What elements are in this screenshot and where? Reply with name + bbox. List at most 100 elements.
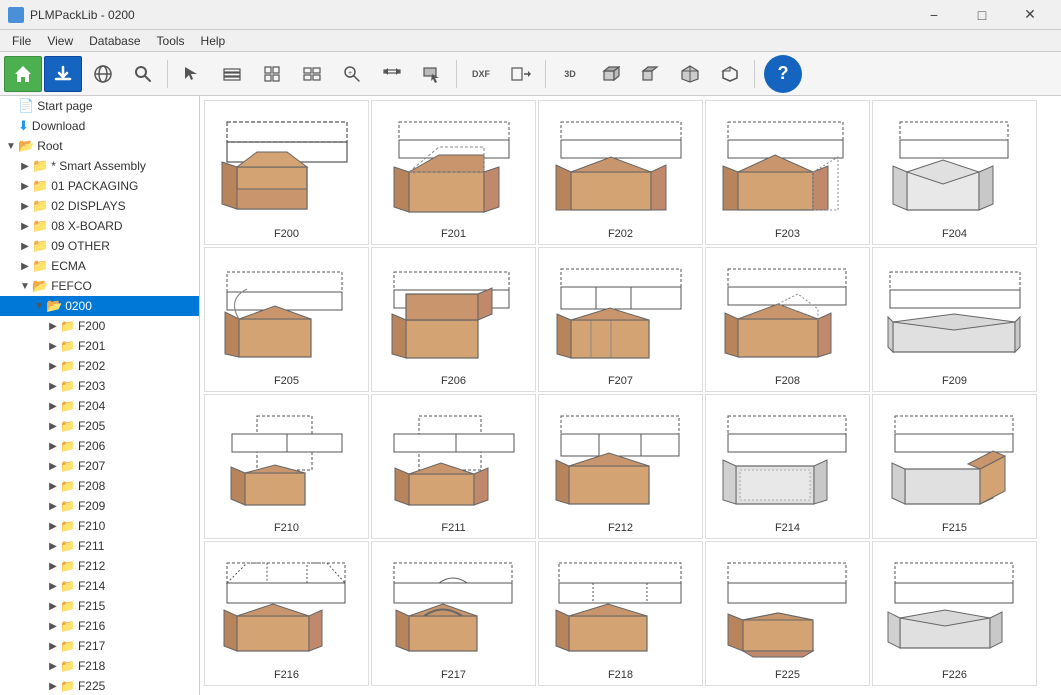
sidebar-item-start-page[interactable]: 📄 Start page	[0, 96, 199, 116]
sidebar-item-f203[interactable]: ▶ 📁 F203	[0, 376, 199, 396]
sidebar-item-f210[interactable]: ▶ 📁 F210	[0, 516, 199, 536]
grid-cell-f214[interactable]: F214	[705, 394, 870, 539]
3d-view-1[interactable]	[591, 56, 629, 92]
3d-view-4[interactable]	[711, 56, 749, 92]
f211-diagram	[376, 401, 531, 520]
root-folder-icon: 📂	[18, 138, 34, 154]
grid-cell-f218[interactable]: F218	[538, 541, 703, 686]
sidebar-item-f208[interactable]: ▶ 📁 F208	[0, 476, 199, 496]
sidebar-item-f204[interactable]: ▶ 📁 F204	[0, 396, 199, 416]
grid-cell-f205[interactable]: F205	[204, 247, 369, 392]
sidebar-item-f215[interactable]: ▶ 📁 F215	[0, 596, 199, 616]
grid-cell-f212[interactable]: F212	[538, 394, 703, 539]
grid-tool-1[interactable]	[213, 56, 251, 92]
menu-view[interactable]: View	[39, 30, 81, 52]
f205-label: F205	[274, 375, 299, 387]
sidebar-item-f218[interactable]: ▶ 📁 F218	[0, 656, 199, 676]
help-button[interactable]: ?	[764, 55, 802, 93]
grid-cell-f209[interactable]: F209	[872, 247, 1037, 392]
sidebar-item-f202[interactable]: ▶ 📁 F202	[0, 356, 199, 376]
grid-cell-f207[interactable]: F207	[538, 247, 703, 392]
f225-label: F225	[775, 669, 800, 681]
sidebar-item-f216[interactable]: ▶ 📁 F216	[0, 616, 199, 636]
sidebar-item-smart-assembly[interactable]: ▶ 📁 * Smart Assembly	[0, 156, 199, 176]
grid-cell-f216[interactable]: F216	[204, 541, 369, 686]
sidebar-item-f207[interactable]: ▶ 📁 F207	[0, 456, 199, 476]
f225-diagram	[710, 548, 865, 667]
sidebar-item-displays[interactable]: ▶ 📁 02 DISPLAYS	[0, 196, 199, 216]
menu-tools[interactable]: Tools	[149, 30, 193, 52]
f207-diagram	[543, 254, 698, 373]
sidebar-item-f212[interactable]: ▶ 📁 F212	[0, 556, 199, 576]
sidebar-item-f225[interactable]: ▶ 📁 F225	[0, 676, 199, 695]
sidebar-item-download[interactable]: ⬇ Download	[0, 116, 199, 136]
menu-help[interactable]: Help	[193, 30, 234, 52]
sidebar-item-f217[interactable]: ▶ 📁 F217	[0, 636, 199, 656]
zoom-tool-2[interactable]	[373, 56, 411, 92]
f209-label: F209	[942, 375, 967, 387]
web-button[interactable]	[84, 56, 122, 92]
f200-diagram	[209, 107, 364, 226]
sidebar-item-other[interactable]: ▶ 📁 09 OTHER	[0, 236, 199, 256]
grid-cell-f206[interactable]: F206	[371, 247, 536, 392]
maximize-button[interactable]: □	[959, 0, 1005, 30]
grid-tool-3[interactable]	[293, 56, 331, 92]
sidebar-item-f211[interactable]: ▶ 📁 F211	[0, 536, 199, 556]
menu-database[interactable]: Database	[81, 30, 148, 52]
grid-cell-f208[interactable]: F208	[705, 247, 870, 392]
f211-label: F211	[441, 522, 465, 534]
3d-view-2[interactable]	[631, 56, 669, 92]
f217-diagram	[376, 548, 531, 667]
3d-view-3[interactable]	[671, 56, 709, 92]
select-tool[interactable]	[413, 56, 451, 92]
minimize-button[interactable]: −	[911, 0, 957, 30]
grid-cell-f200[interactable]: F200	[204, 100, 369, 245]
close-button[interactable]: ✕	[1007, 0, 1053, 30]
sidebar-item-f209[interactable]: ▶ 📁 F209	[0, 496, 199, 516]
grid-cell-f202[interactable]: F202	[538, 100, 703, 245]
sidebar-item-packaging[interactable]: ▶ 📁 01 PACKAGING	[0, 176, 199, 196]
grid-cell-f210[interactable]: F210	[204, 394, 369, 539]
sidebar-item-f214[interactable]: ▶ 📁 F214	[0, 576, 199, 596]
f209-diagram	[877, 254, 1032, 373]
zoom-tool[interactable]: +	[333, 56, 371, 92]
f206-label: F206	[441, 375, 466, 387]
sidebar-item-f206[interactable]: ▶ 📁 F206	[0, 436, 199, 456]
sidebar-item-f201[interactable]: ▶ 📁 F201	[0, 336, 199, 356]
grid-tool-2[interactable]	[253, 56, 291, 92]
grid-cell-f203[interactable]: F203	[705, 100, 870, 245]
sidebar-item-root[interactable]: ▼ 📂 Root	[0, 136, 199, 156]
export-tool[interactable]	[502, 56, 540, 92]
toolbar: + DXF 3D ?	[0, 52, 1061, 96]
sidebar-item-xboard[interactable]: ▶ 📁 08 X-BOARD	[0, 216, 199, 236]
smart-assembly-folder-icon: 📁	[32, 158, 48, 174]
f210-diagram	[209, 401, 364, 520]
f216-diagram	[209, 548, 364, 667]
menu-bar: File View Database Tools Help	[0, 30, 1061, 52]
f201-diagram	[376, 107, 531, 226]
grid-cell-f215[interactable]: F215	[872, 394, 1037, 539]
search-button[interactable]	[124, 56, 162, 92]
sidebar-item-fefco[interactable]: ▼ 📂 FEFCO	[0, 276, 199, 296]
sidebar-item-0200[interactable]: ▼ 📂 0200	[0, 296, 199, 316]
grid-cell-f211[interactable]: F211	[371, 394, 536, 539]
f207-label: F207	[608, 375, 633, 387]
grid-cell-f225[interactable]: F225	[705, 541, 870, 686]
f208-diagram	[710, 254, 865, 373]
grid-cell-f204[interactable]: F204	[872, 100, 1037, 245]
sidebar-item-f205[interactable]: ▶ 📁 F205	[0, 416, 199, 436]
cursor-button[interactable]	[173, 56, 211, 92]
grid-cell-f217[interactable]: F217	[371, 541, 536, 686]
3d-button[interactable]: 3D	[551, 56, 589, 92]
download-button[interactable]	[44, 56, 82, 92]
menu-file[interactable]: File	[4, 30, 39, 52]
f216-label: F216	[274, 669, 299, 681]
grid-cell-f201[interactable]: F201	[371, 100, 536, 245]
sidebar-item-f200[interactable]: ▶ 📁 F200	[0, 316, 199, 336]
main-content: 📄 Start page ⬇ Download ▼ 📂 Root ▶ 📁 * S…	[0, 96, 1061, 695]
grid-cell-f226[interactable]: F226	[872, 541, 1037, 686]
sidebar-item-ecma[interactable]: ▶ 📁 ECMA	[0, 256, 199, 276]
home-button[interactable]	[4, 56, 42, 92]
dxf-button[interactable]: DXF	[462, 56, 500, 92]
f202-diagram	[543, 107, 698, 226]
